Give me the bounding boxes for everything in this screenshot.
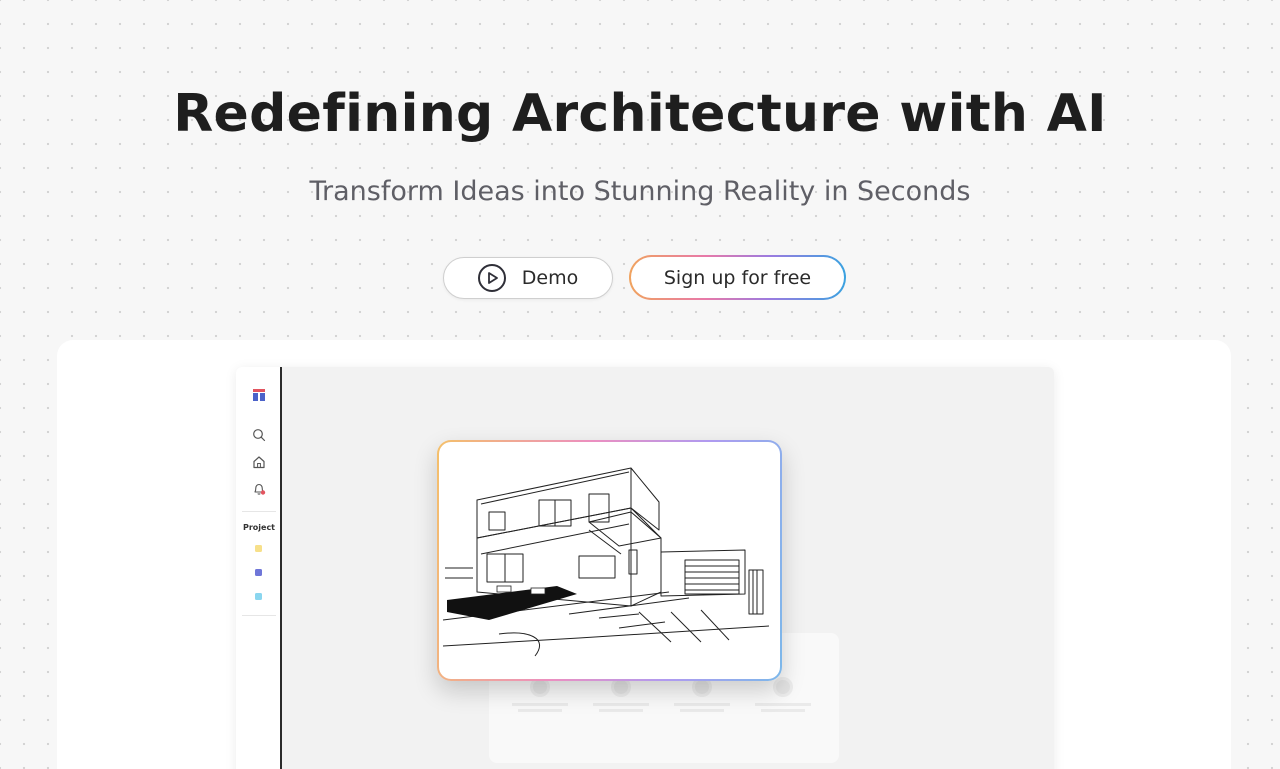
sidebar-divider [242,615,276,616]
notification-bell-icon[interactable] [252,482,266,496]
project-item-purple[interactable] [255,569,262,576]
feature-card [743,677,823,712]
signup-button-label: Sign up for free [663,266,812,289]
preview-image-card[interactable] [437,440,782,681]
architectural-sketch-image [442,467,770,657]
project-item-yellow[interactable] [255,545,262,552]
feature-card [662,677,742,712]
feature-card [581,677,661,712]
project-item-blue[interactable] [255,593,262,600]
demo-button-label: Demo [521,267,579,289]
project-section-label: Project [242,523,276,532]
app-logo [253,389,265,401]
play-icon [477,264,506,292]
app-sidebar: Project [236,367,282,769]
sidebar-divider [242,511,276,512]
home-icon[interactable] [252,455,266,469]
signup-button[interactable]: Sign up for free [629,255,846,300]
hero-subtitle: Transform Ideas into Stunning Reality in… [309,176,971,207]
hero-title: Redefining Architecture with AI [173,84,1107,144]
demo-button[interactable]: Demo [443,257,613,299]
feature-card [500,677,580,712]
search-icon[interactable] [252,428,266,442]
